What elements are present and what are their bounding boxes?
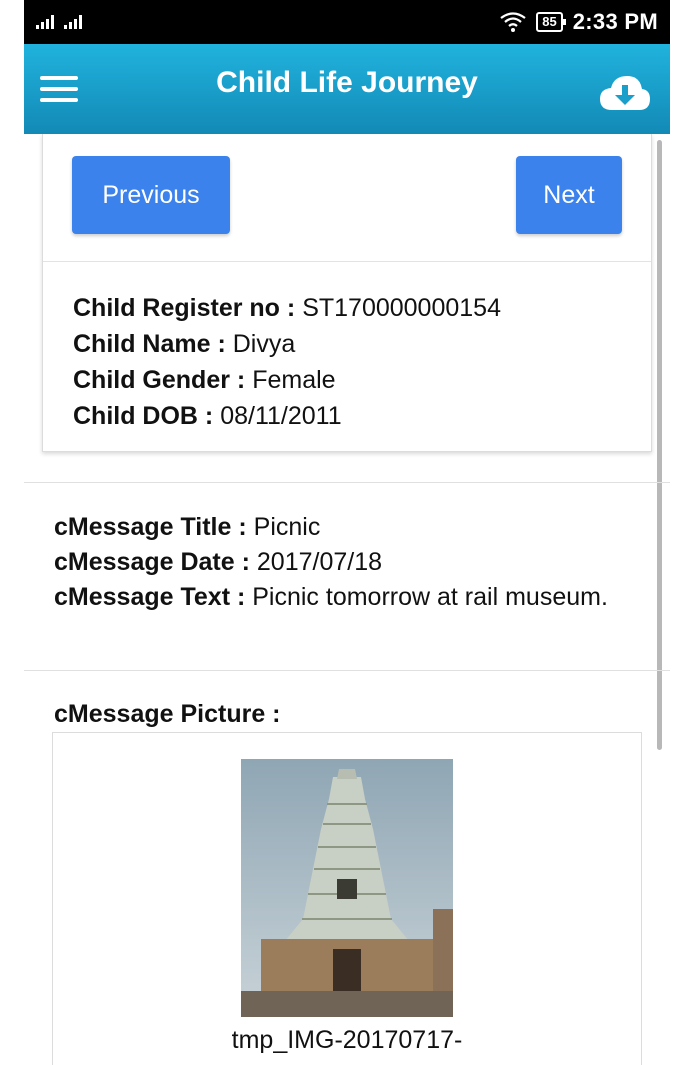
child-dob-row: Child DOB : 08/11/2011 [73, 398, 621, 434]
signal-icon [64, 15, 82, 29]
child-register-label: Child Register no : [73, 294, 296, 322]
battery-icon: 85 [536, 12, 567, 32]
message-text-value: Picnic tomorrow at rail museum. [252, 583, 608, 611]
message-date-value: 2017/07/18 [256, 548, 383, 576]
message-title-value: Picnic [253, 513, 321, 541]
picture-filename: tmp_IMG-20170717- [231, 1026, 463, 1054]
child-info-card: Previous Next Child Register no : ST1700… [42, 134, 652, 452]
wifi-icon [500, 12, 526, 32]
child-name-row: Child Name : Divya [73, 326, 621, 362]
message-text-row: cMessage Text : Picnic tomorrow at rail … [54, 580, 614, 615]
child-gender-label: Child Gender : [73, 366, 246, 394]
message-title-row: cMessage Title : Picnic [54, 510, 614, 545]
child-dob-label: Child DOB : [73, 402, 214, 430]
child-gender-row: Child Gender : Female [73, 362, 621, 398]
signal-icon [36, 15, 54, 29]
previous-button[interactable]: Previous [72, 156, 230, 234]
signal-indicators [36, 15, 82, 29]
next-button[interactable]: Next [516, 156, 622, 234]
content-area: Previous Next Child Register no : ST1700… [24, 134, 670, 1065]
child-dob-value: 08/11/2011 [220, 402, 342, 430]
child-gender-value: Female [252, 366, 336, 394]
message-title-label: cMessage Title : [54, 513, 247, 541]
status-time: 2:33 PM [572, 9, 658, 34]
app-toolbar: Child Life Journey [24, 44, 670, 134]
message-details: cMessage Title : Picnic cMessage Date : … [54, 510, 614, 615]
child-name-label: Child Name : [73, 330, 226, 358]
child-register-row: Child Register no : ST170000000154 [73, 290, 621, 326]
message-date-label: cMessage Date : [54, 548, 250, 576]
status-bar: 85 2:33 PM [24, 0, 670, 44]
divider [24, 482, 670, 483]
message-date-row: cMessage Date : 2017/07/18 [54, 545, 614, 580]
child-register-value: ST170000000154 [302, 294, 501, 322]
child-details: Child Register no : ST170000000154 Child… [43, 262, 651, 434]
scrollbar[interactable] [657, 140, 662, 750]
cloud-download-icon[interactable] [598, 72, 652, 112]
temple-photo[interactable] [241, 759, 453, 1017]
divider [24, 670, 670, 671]
app-title: Child Life Journey [216, 66, 478, 99]
navigation-row: Previous Next [43, 134, 651, 262]
message-picture-label: cMessage Picture : [54, 700, 281, 728]
message-text-label: cMessage Text : [54, 583, 246, 611]
message-picture-box: tmp_IMG-20170717- [52, 732, 642, 1065]
child-name-value: Divya [232, 330, 296, 358]
